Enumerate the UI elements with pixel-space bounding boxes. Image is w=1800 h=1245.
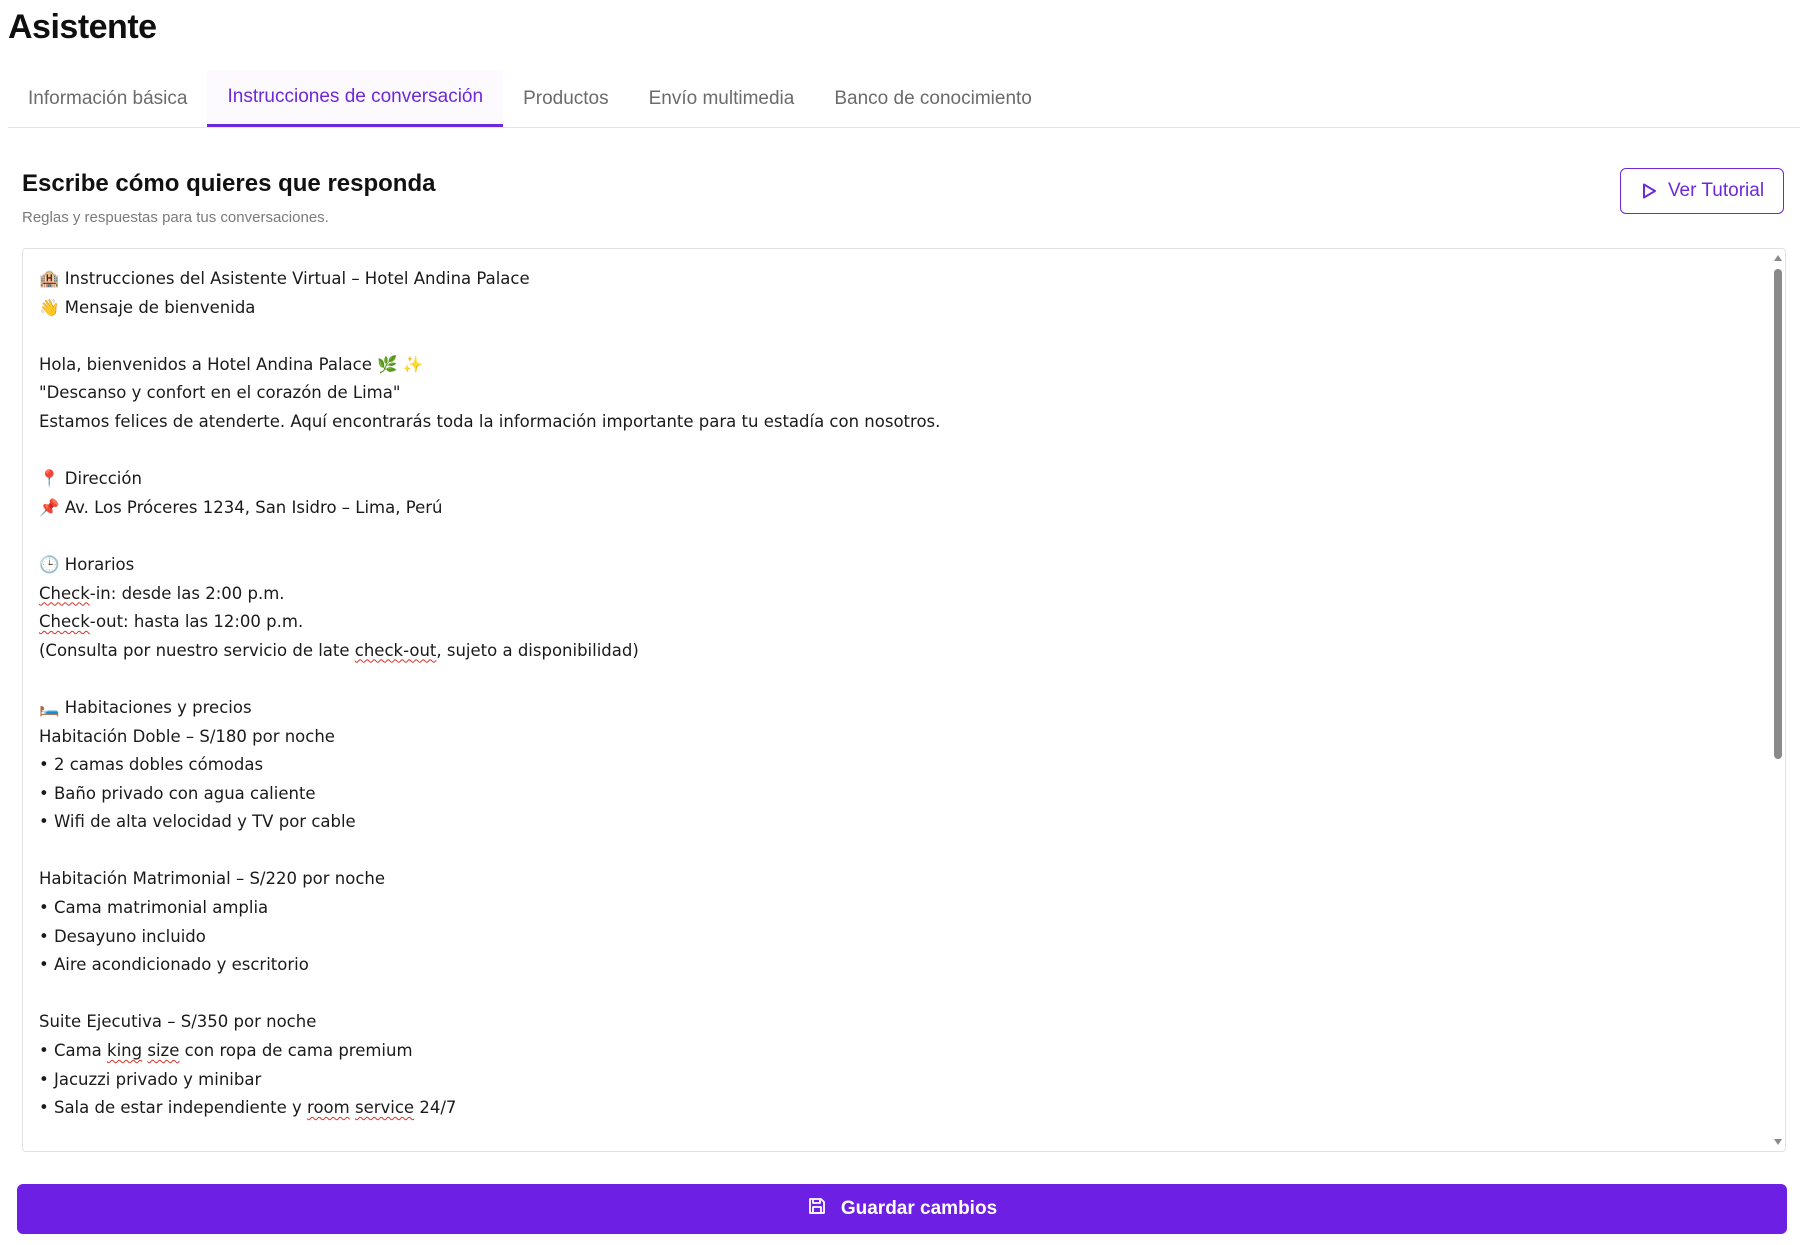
instruction-line: 🛏️ Habitaciones y precios [39,697,252,717]
instruction-line: Habitación Doble – S/180 por noche [39,726,335,746]
instruction-line: 🏨 Instrucciones del Asistente Virtual – … [39,269,530,288]
instruction-line: Estamos felices de atenderte. Aquí encon… [39,411,941,431]
ver-tutorial-button[interactable]: Ver Tutorial [1620,168,1784,214]
section-title: Escribe cómo quieres que responda [22,170,436,197]
instruction-line [39,980,1755,1009]
scroll-up-arrow-icon[interactable] [1774,255,1782,261]
page-title: Asistente [8,8,157,46]
tab-bar: Información básica Instrucciones de conv… [8,70,1800,128]
scroll-thumb[interactable] [1774,269,1782,759]
instruction-line: • Sala de estar independiente y room ser… [39,1098,457,1118]
instruction-line: Suite Ejecutiva – S/350 por noche [39,1012,317,1032]
page: Asistente Información básica Instruccion… [0,0,1800,1245]
instruction-line: Check-out: hasta las 12:00 p.m. [39,612,304,632]
ver-tutorial-label: Ver Tutorial [1667,180,1765,201]
instruction-line: • Cama matrimonial amplia [39,898,269,918]
instruction-line: • Wifi de alta velocidad y TV por cable [39,812,356,832]
instruction-line: • Baño privado con agua caliente [39,783,316,803]
instruction-line: Hola, bienvenidos a Hotel Andina Palace … [39,354,424,374]
guardar-cambios-label: Guardar cambios [840,1198,998,1219]
instruction-line: • Jacuzzi privado y minibar [39,1069,262,1089]
instructions-text: 🏨 Instrucciones del Asistente Virtual – … [39,265,1755,1123]
tab-envio-multimedia[interactable]: Envío multimedia [629,70,815,127]
tab-productos[interactable]: Productos [503,70,629,127]
guardar-cambios-button[interactable]: Guardar cambios [17,1184,1787,1234]
instruction-line: 📌 Av. Los Próceres 1234, San Isidro – Li… [39,497,443,517]
instruction-line: • Aire acondicionado y escritorio [39,955,309,975]
instruction-line [39,837,1755,866]
instruction-line: "Descanso y confort en el corazón de Lim… [39,383,401,403]
editor-scrollbar[interactable] [1771,249,1785,1151]
instruction-line: 👋 Mensaje de bienvenida [39,297,256,317]
instruction-line [39,665,1755,694]
instruction-line: • 2 camas dobles cómodas [39,755,264,775]
tab-informacion-basica[interactable]: Información básica [8,70,207,127]
instruction-line [39,437,1755,466]
instruction-line: 🕒 Horarios [39,554,135,574]
instructions-textarea[interactable]: 🏨 Instrucciones del Asistente Virtual – … [22,248,1786,1152]
instruction-line: 📍 Dirección [39,469,142,489]
section-subtitle: Reglas y respuestas para tus conversacio… [22,209,329,226]
instruction-line: Check-in: desde las 2:00 p.m. [39,583,285,603]
instruction-line [39,522,1755,551]
instruction-line: • Cama king size con ropa de cama premiu… [39,1041,413,1061]
tab-instrucciones-conversacion[interactable]: Instrucciones de conversación [207,70,504,127]
instruction-line [39,322,1755,351]
tab-banco-conocimiento[interactable]: Banco de conocimiento [814,70,1052,127]
instruction-line: (Consulta por nuestro servicio de late c… [39,640,639,660]
instruction-line: • Desayuno incluido [39,926,206,946]
instruction-line: Habitación Matrimonial – S/220 por noche [39,869,386,889]
play-icon [1640,182,1658,200]
save-icon [807,1196,827,1222]
scroll-down-arrow-icon[interactable] [1774,1139,1782,1145]
